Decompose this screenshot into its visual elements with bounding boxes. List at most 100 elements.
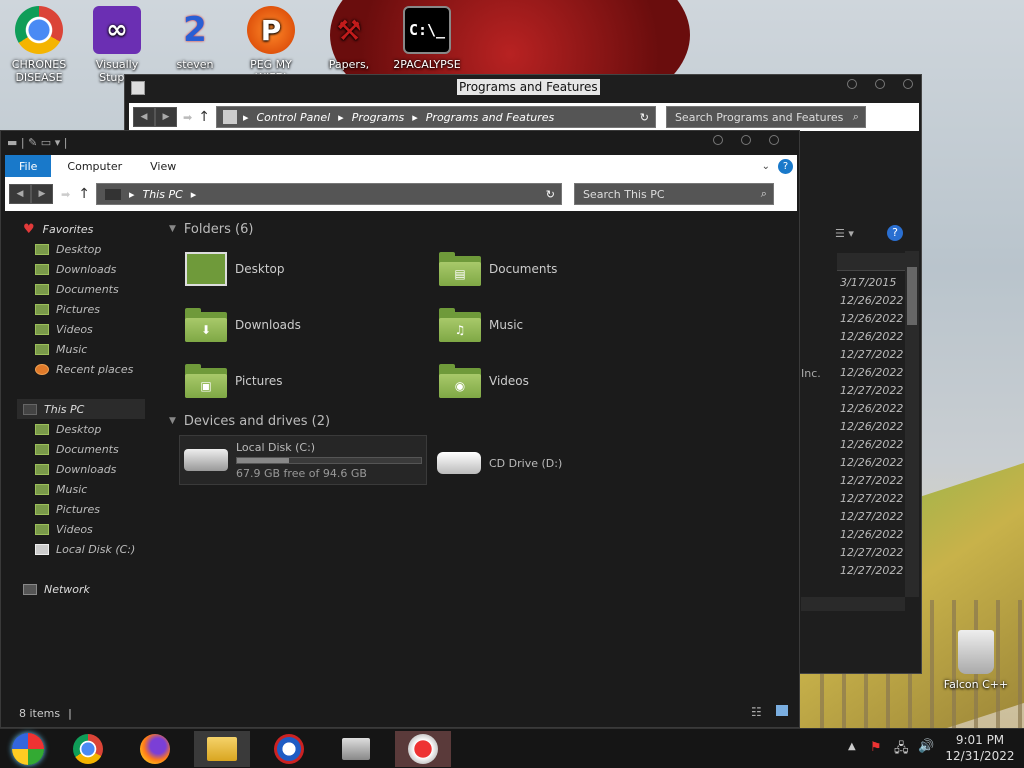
- desktop-icon-2pacalypse[interactable]: C:\_ 2PACALYPSE: [392, 6, 462, 71]
- sidebar-item-documents[interactable]: Documents: [17, 439, 157, 459]
- help-icon[interactable]: ?: [778, 158, 793, 174]
- folder-downloads[interactable]: ⬇ Downloads: [183, 303, 423, 347]
- sidebar-item-this-pc[interactable]: This PC: [17, 399, 145, 419]
- maximize-button[interactable]: [741, 135, 751, 145]
- show-hidden-icons-icon[interactable]: ▲: [848, 741, 856, 752]
- network-icon: [23, 583, 37, 595]
- forward-button[interactable]: ▶: [155, 107, 177, 127]
- tab-file[interactable]: File: [5, 155, 52, 177]
- desktop-icon-chrome[interactable]: CHRONES DISEASE: [4, 6, 74, 84]
- details-view-icon[interactable]: ☷: [751, 705, 762, 719]
- tab-computer[interactable]: Computer: [51, 155, 136, 177]
- sidebar-item-pictures[interactable]: Pictures: [17, 299, 157, 319]
- volume-icon[interactable]: 🔊: [918, 739, 934, 754]
- up-button[interactable]: ↑: [78, 186, 90, 202]
- action-center-icon[interactable]: ⚑: [870, 740, 882, 755]
- taskbar-file-explorer[interactable]: [194, 731, 250, 767]
- desktop-icon-peg[interactable]: P PEG MY WIFE!: [236, 6, 306, 84]
- horizontal-scrollbar[interactable]: [801, 597, 905, 611]
- sidebar-item-music[interactable]: Music: [17, 479, 157, 499]
- drive-cd[interactable]: CD Drive (D:): [437, 443, 562, 483]
- desktop-icon: [35, 243, 49, 255]
- help-icon[interactable]: ?: [887, 225, 903, 241]
- steven-icon: 2: [183, 9, 207, 50]
- taskbar-firefox[interactable]: [127, 731, 183, 767]
- refresh-icon[interactable]: ↻: [640, 111, 649, 124]
- minimize-button[interactable]: [713, 135, 723, 145]
- view-options-icon[interactable]: ☰ ▾: [835, 227, 854, 240]
- quick-access-toolbar[interactable]: ▬ | ✎ ▭ ▾ |: [7, 136, 67, 149]
- sidebar-item-documents[interactable]: Documents: [17, 279, 157, 299]
- sidebar-item-favorites[interactable]: ♥ Favorites: [17, 219, 157, 239]
- sidebar-item-videos[interactable]: Videos: [17, 519, 157, 539]
- desktop-icon-steven[interactable]: 2 steven: [160, 6, 230, 72]
- window-icon: [131, 81, 145, 95]
- drives-group-header[interactable]: ▼ Devices and drives (2): [169, 411, 330, 431]
- desktop-icon-visual-studio[interactable]: ∞ Visually Stup...: [82, 6, 152, 84]
- large-icons-view-icon[interactable]: [776, 705, 788, 716]
- sidebar-item-pictures[interactable]: Pictures: [17, 499, 157, 519]
- search-input[interactable]: Search Programs and Features ⌕: [665, 106, 866, 128]
- start-button[interactable]: [0, 731, 56, 767]
- sidebar-item-videos[interactable]: Videos: [17, 319, 157, 339]
- breadcrumb-item[interactable]: Programs: [352, 111, 405, 124]
- this-pc-window[interactable]: ▬ | ✎ ▭ ▾ | File Computer View ⌄ ? ◀ ▶ ➡…: [0, 130, 800, 728]
- folder-pictures[interactable]: ▣ Pictures: [183, 359, 423, 403]
- sidebar-item-downloads[interactable]: Downloads: [17, 259, 157, 279]
- breadcrumb-item[interactable]: This PC: [142, 188, 182, 201]
- refresh-icon[interactable]: ↻: [546, 188, 555, 201]
- search-input[interactable]: Search This PC ⌕: [573, 183, 774, 205]
- desktop-icon-recycle-bin[interactable]: Falcon C++: [940, 630, 1012, 691]
- taskbar-game[interactable]: [395, 731, 451, 767]
- desktop-icon-papers[interactable]: ⚒ Papers,: [314, 6, 384, 71]
- navigation-pane: ♥ Favorites Desktop Downloads Documents P…: [17, 219, 157, 599]
- address-bar[interactable]: ▸ Control Panel ▸ Programs ▸ Programs and F…: [215, 106, 656, 128]
- obama-icon: [274, 734, 304, 764]
- forward-button[interactable]: ▶: [31, 184, 53, 204]
- back-button[interactable]: ◀: [133, 107, 155, 127]
- chevron-down-icon[interactable]: ⌄: [762, 161, 770, 172]
- title-bar[interactable]: Programs and Features: [125, 75, 921, 99]
- taskbar-obama[interactable]: [261, 731, 317, 767]
- up-button[interactable]: ↑: [198, 109, 210, 125]
- taskbar-chrome[interactable]: [60, 731, 116, 767]
- publisher-partial-text: Inc.: [801, 367, 821, 380]
- title-bar[interactable]: ▬ | ✎ ▭ ▾ |: [1, 131, 799, 155]
- sidebar-item-recent-places[interactable]: Recent places: [17, 359, 157, 379]
- breadcrumb-item[interactable]: Control Panel: [256, 111, 330, 124]
- recent-icon[interactable]: ➡: [183, 111, 192, 124]
- search-icon[interactable]: ⌕: [761, 187, 767, 201]
- taskbar-cash-register[interactable]: [328, 731, 384, 767]
- folder-desktop[interactable]: Desktop: [183, 247, 423, 291]
- date-cell: 12/27/2022: [840, 510, 904, 523]
- folder-videos[interactable]: ◉ Videos: [437, 359, 677, 403]
- folder-documents[interactable]: ▤ Documents: [437, 247, 677, 291]
- desktop-icon: [35, 423, 49, 435]
- pc-icon: [104, 188, 121, 200]
- file-explorer-icon: [207, 737, 237, 761]
- sidebar-item-local-disk[interactable]: Local Disk (C:): [17, 539, 157, 559]
- back-button[interactable]: ◀: [9, 184, 31, 204]
- folders-group-header[interactable]: ▼ Folders (6): [169, 219, 789, 239]
- sidebar-item-downloads[interactable]: Downloads: [17, 459, 157, 479]
- vertical-scrollbar[interactable]: [905, 251, 919, 597]
- minimize-button[interactable]: [847, 79, 857, 89]
- drive-local-disk[interactable]: Local Disk (C:) 67.9 GB free of 94.6 GB: [179, 435, 427, 485]
- address-bar[interactable]: ▸ This PC ▸ ↻: [95, 183, 562, 205]
- search-icon[interactable]: ⌕: [853, 110, 859, 124]
- videos-folder-icon: ◉: [437, 362, 483, 400]
- date-cell: 12/26/2022: [840, 330, 904, 343]
- close-button[interactable]: [769, 135, 779, 145]
- breadcrumb-item[interactable]: Programs and Features: [426, 111, 554, 124]
- sidebar-item-network[interactable]: Network: [17, 579, 157, 599]
- sidebar-item-music[interactable]: Music: [17, 339, 157, 359]
- maximize-button[interactable]: [875, 79, 885, 89]
- recent-icon[interactable]: ➡: [61, 188, 70, 201]
- sidebar-item-desktop[interactable]: Desktop: [17, 419, 157, 439]
- close-button[interactable]: [903, 79, 913, 89]
- sidebar-item-desktop[interactable]: Desktop: [17, 239, 157, 259]
- folder-music[interactable]: ♫ Music: [437, 303, 677, 347]
- clock[interactable]: 9:01 PM 12/31/2022: [940, 732, 1020, 764]
- tab-view[interactable]: View: [136, 155, 190, 177]
- network-status-icon[interactable]: 🖧: [894, 739, 909, 761]
